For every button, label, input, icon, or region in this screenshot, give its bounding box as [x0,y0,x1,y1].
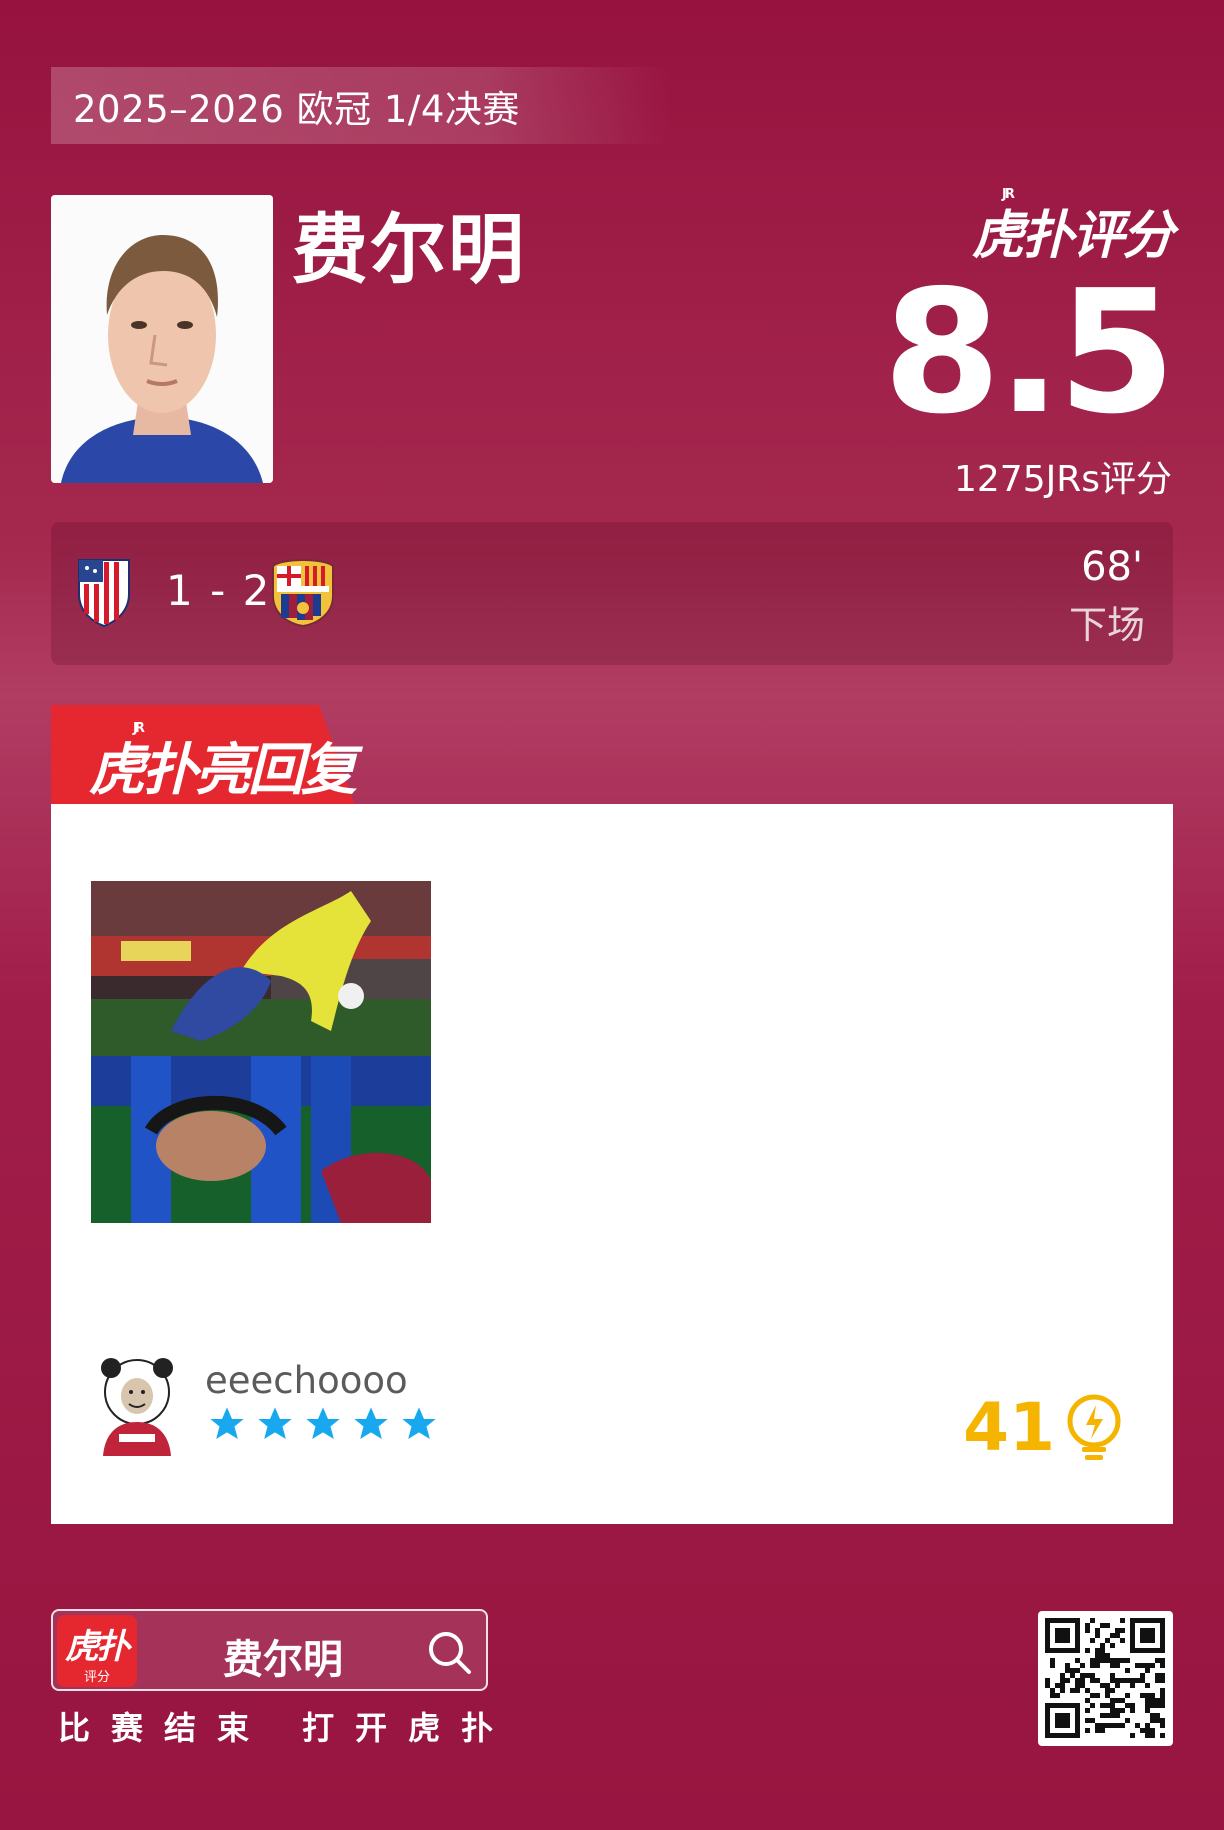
app-icon-subtitle: 评分 [83,1670,110,1685]
star-icon [402,1407,436,1439]
competition-label: 2025–2026 欧冠 1/4决赛 [73,87,520,131]
star-rating [207,1404,439,1444]
player-portrait [51,195,273,483]
highlight-tab: JR 虎扑亮回复 [51,705,357,806]
match-photo-image[interactable] [91,881,431,1223]
highlight-tab-label: JR 虎扑亮回复 [89,721,357,806]
fc-barcelona-crest-icon [272,559,334,628]
search-query-text: 费尔明 [223,1637,343,1683]
match-score: 1 - 2 [166,566,272,615]
atletico-madrid-crest-icon [78,559,130,628]
search-bar[interactable]: 虎扑 评分 费尔明 [51,1609,488,1691]
player-name: 费尔明 [292,205,526,294]
hupu-app-icon: 虎扑 评分 [57,1615,137,1687]
app-icon-title: 虎扑 [65,1627,130,1667]
substitution-status: 下场 [1068,603,1145,647]
qr-code-icon [1038,1611,1173,1746]
footer-tagline: 比赛结束 打开虎扑 [58,1709,515,1747]
comment-username[interactable]: eeechoooo [205,1359,408,1402]
search-icon[interactable] [426,1629,472,1675]
star-icon [210,1407,244,1439]
rating-count: 1275JRs评分 [953,459,1172,500]
rating-score: 8.5 [882,254,1176,452]
star-icon [306,1407,340,1439]
rating-logo-jr: JR [1001,187,1015,202]
likes-count: 41 [963,1389,1055,1466]
panda-meme-avatar[interactable] [91,1356,183,1456]
highlight-tab-text: 虎扑亮回复 [89,738,357,803]
highlight-reply-card[interactable]: eeechoooo 41 [51,804,1173,1524]
star-icon [354,1407,388,1439]
competition-banner: 2025–2026 欧冠 1/4决赛 [51,67,671,144]
star-icon [258,1407,292,1439]
likes-button[interactable]: 41 [963,1389,1123,1466]
match-strip[interactable]: 1 - 2 68' 下场 [51,522,1173,665]
substitution-minute: 68' [1081,544,1143,590]
lightbulb-icon [1067,1394,1121,1460]
highlight-tab-jr: JR [133,721,145,736]
